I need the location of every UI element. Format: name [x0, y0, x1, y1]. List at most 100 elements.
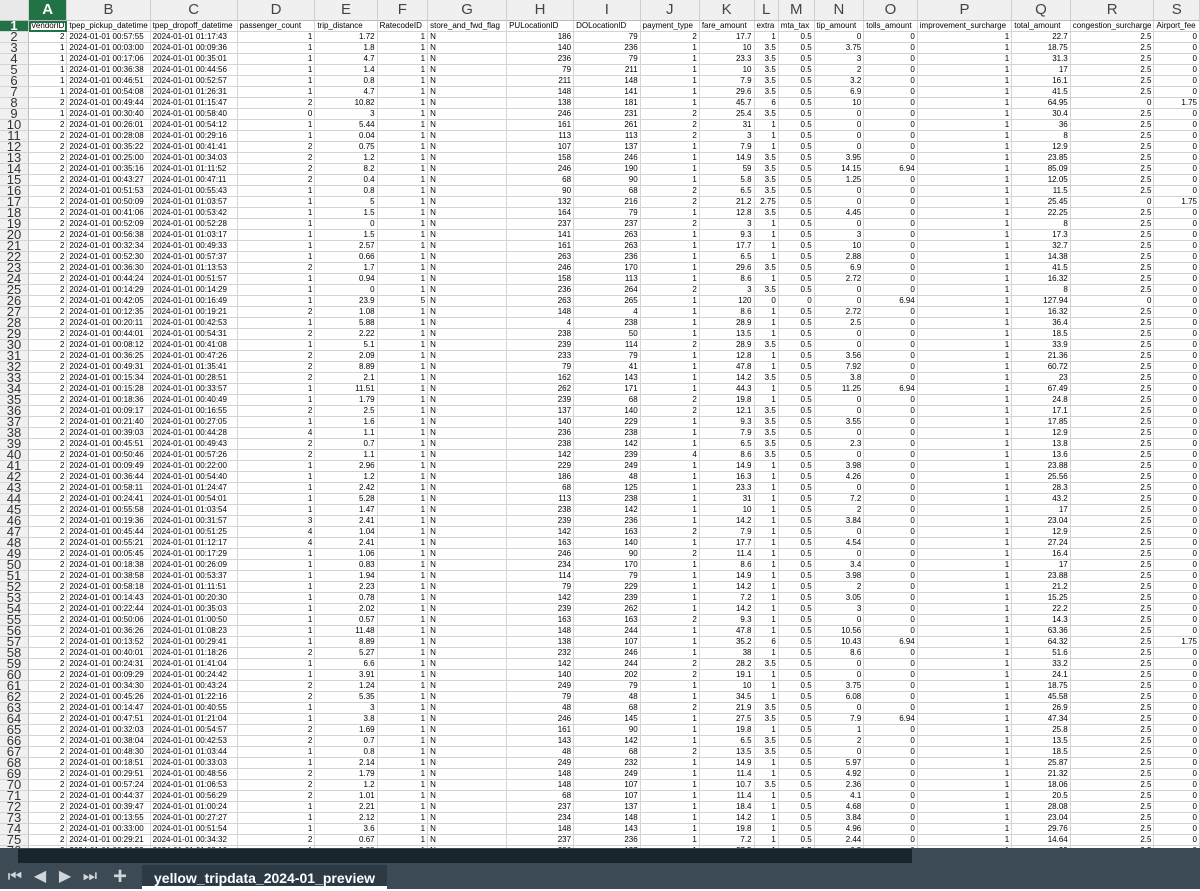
cell[interactable]: 1 — [754, 647, 779, 659]
cell[interactable]: 2.5 — [1070, 680, 1155, 692]
cell[interactable]: 0.5 — [778, 581, 815, 593]
cell[interactable]: 2 — [28, 460, 68, 472]
cell[interactable]: 2 — [237, 328, 316, 340]
cell[interactable]: 141 — [506, 229, 575, 241]
cell[interactable]: 1 — [640, 482, 700, 494]
cell[interactable]: 2024-01-01 01:15:47 — [150, 97, 238, 109]
cell[interactable]: 1 — [917, 240, 1013, 252]
cell[interactable]: 0.5 — [778, 130, 815, 142]
cell[interactable]: 4.7 — [314, 86, 378, 98]
cell[interactable]: 2.5 — [1070, 53, 1155, 65]
cell[interactable]: 1.7 — [314, 262, 378, 274]
cell[interactable]: 1 — [237, 53, 316, 65]
cell[interactable]: 1 — [754, 471, 779, 483]
cell[interactable]: N — [427, 130, 508, 142]
cell[interactable]: 2024-01-01 00:16:55 — [150, 405, 238, 417]
cell[interactable]: 1 — [754, 482, 779, 494]
cell[interactable]: N — [427, 559, 508, 571]
cell[interactable]: 2 — [28, 691, 68, 703]
cell[interactable]: 2024-01-01 00:52:09 — [66, 218, 151, 230]
cell[interactable]: 1 — [754, 31, 779, 43]
cell[interactable]: N — [427, 801, 508, 813]
cell[interactable]: 11.4 — [699, 548, 755, 560]
cell[interactable]: 0.5 — [778, 482, 815, 494]
cell[interactable]: 2024-01-01 00:44:01 — [66, 328, 151, 340]
cell[interactable]: 1 — [377, 240, 429, 252]
cell[interactable]: 1 — [917, 218, 1013, 230]
cell[interactable]: 0.5 — [778, 636, 815, 648]
cell[interactable]: 229 — [506, 460, 575, 472]
cell[interactable]: 1 — [917, 394, 1013, 406]
cell[interactable]: 23.04 — [1011, 515, 1071, 527]
cell[interactable]: 249 — [506, 757, 575, 769]
cell[interactable]: 6.5 — [699, 251, 755, 263]
cell[interactable]: 0 — [1153, 669, 1200, 681]
cell[interactable]: 79 — [573, 31, 641, 43]
cell[interactable]: 0 — [814, 482, 865, 494]
cell[interactable]: 1 — [237, 251, 316, 263]
cell[interactable]: 1 — [754, 603, 779, 615]
cell[interactable]: 8 — [1011, 218, 1071, 230]
cell[interactable]: 0 — [1153, 658, 1200, 670]
cell[interactable]: 1.94 — [314, 570, 378, 582]
cell[interactable]: 0 — [863, 372, 918, 384]
cell[interactable]: 0 — [814, 548, 865, 560]
cell[interactable]: 0 — [1153, 328, 1200, 340]
cell[interactable]: 3.2 — [814, 75, 865, 87]
cell[interactable]: 1 — [377, 768, 429, 780]
cell[interactable]: 1 — [917, 416, 1013, 428]
cell[interactable]: 1 — [754, 559, 779, 571]
cell[interactable]: 140 — [506, 42, 575, 54]
cell[interactable]: 238 — [506, 504, 575, 516]
cell[interactable]: 2 — [28, 361, 68, 373]
cell[interactable]: 1 — [377, 119, 429, 131]
cell[interactable]: 2024-01-01 00:33:03 — [150, 757, 238, 769]
cell[interactable]: 2024-01-01 00:51:25 — [150, 526, 238, 538]
cell[interactable]: 0 — [1153, 625, 1200, 637]
cell[interactable]: N — [427, 229, 508, 241]
cell[interactable]: 0.5 — [778, 504, 815, 516]
cell[interactable]: 2 — [640, 669, 700, 681]
cell[interactable]: N — [427, 97, 508, 109]
cell[interactable]: 2.22 — [314, 328, 378, 340]
cell[interactable]: 1 — [377, 152, 429, 164]
cell[interactable]: 0 — [1153, 295, 1200, 307]
cell[interactable]: 1 — [377, 471, 429, 483]
cell[interactable]: 2 — [28, 196, 68, 208]
cell[interactable]: 17 — [1011, 559, 1071, 571]
cell[interactable]: 143 — [573, 823, 641, 835]
cell[interactable]: 125 — [573, 482, 641, 494]
cell[interactable]: 2024-01-01 00:35:16 — [66, 163, 151, 175]
cell[interactable]: 0 — [1153, 361, 1200, 373]
cell[interactable]: 1 — [917, 361, 1013, 373]
row-header[interactable]: 10 — [0, 119, 30, 131]
cell[interactable]: 16.3 — [699, 471, 755, 483]
cell[interactable]: 0 — [863, 768, 918, 780]
cell[interactable]: 161 — [506, 119, 575, 131]
cell[interactable]: 229 — [573, 416, 641, 428]
cell[interactable]: 3.5 — [754, 658, 779, 670]
cell[interactable]: 50 — [573, 328, 641, 340]
cell[interactable]: 21.2 — [699, 196, 755, 208]
cell[interactable]: N — [427, 735, 508, 747]
row-header[interactable]: 38 — [0, 427, 30, 439]
cell[interactable]: 216 — [573, 196, 641, 208]
cell[interactable]: 2024-01-01 00:13:52 — [66, 636, 151, 648]
cell[interactable]: 143 — [506, 735, 575, 747]
cell[interactable]: 2.5 — [1070, 526, 1155, 538]
cell[interactable]: 211 — [506, 75, 575, 87]
cell[interactable]: 2024-01-01 00:43:24 — [150, 680, 238, 692]
cell[interactable]: 0 — [863, 350, 918, 362]
cell[interactable]: 0 — [1153, 724, 1200, 736]
row-header[interactable]: 70 — [0, 779, 30, 791]
cell[interactable]: 239 — [506, 394, 575, 406]
cell[interactable]: 1 — [754, 537, 779, 549]
cell[interactable]: 2 — [28, 350, 68, 362]
cell[interactable]: 1 — [377, 603, 429, 615]
cell[interactable]: 1 — [917, 174, 1013, 186]
cell[interactable]: 1 — [754, 350, 779, 362]
cell[interactable]: N — [427, 834, 508, 846]
cell[interactable]: 8.6 — [699, 306, 755, 318]
cell[interactable]: 2 — [28, 31, 68, 43]
cell[interactable]: 1 — [377, 207, 429, 219]
